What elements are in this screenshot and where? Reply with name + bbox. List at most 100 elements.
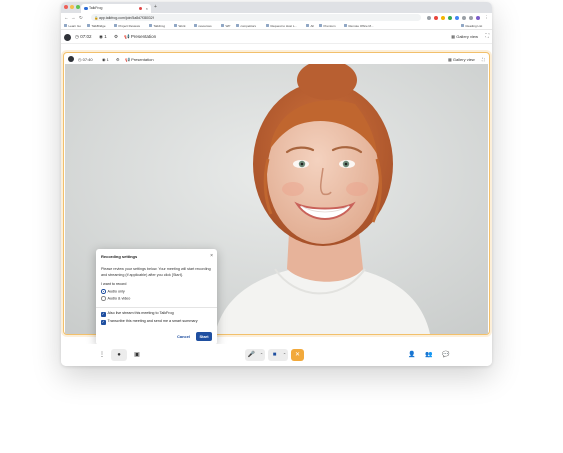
presentation-label: Presentation bbox=[130, 34, 157, 39]
microphone-icon[interactable]: 🎤 bbox=[245, 349, 258, 361]
gallery-view-label: Gallery view bbox=[452, 56, 475, 62]
app-logo bbox=[68, 55, 74, 62]
close-window-button[interactable] bbox=[64, 5, 68, 9]
extension-icon[interactable] bbox=[427, 15, 431, 20]
profile-avatar[interactable] bbox=[476, 15, 480, 20]
settings-icon[interactable]: ⚙ bbox=[116, 57, 120, 62]
inner-meeting-header: ◷ 07:40 ◉ 1 ⚙ 📢 Presentation ▦ Gallery v… bbox=[64, 53, 489, 64]
audio-only-label: Audio only bbox=[107, 289, 125, 294]
meeting-header: ◷ 07:02 ◉ 1 ⚙ 📢 Presentation ▦ Gallery v… bbox=[61, 30, 492, 44]
timer-text: 07:40 bbox=[82, 56, 93, 62]
timer-text: 07:02 bbox=[80, 34, 92, 39]
bookmark-item[interactable]: Request to Host L... bbox=[266, 24, 298, 28]
browser-tab[interactable]: TalkFrog × bbox=[81, 4, 151, 13]
gallery-view-button[interactable]: ▦ Gallery view bbox=[448, 57, 475, 62]
forward-icon[interactable]: → bbox=[71, 15, 76, 20]
checkbox-checked-icon[interactable]: ✓ bbox=[101, 312, 106, 317]
cancel-button[interactable]: Cancel bbox=[177, 334, 190, 339]
livestream-label: Also live stream this meeting to TalkFro… bbox=[107, 311, 174, 315]
transcribe-checkbox[interactable]: ✓ Transcribe this meeting and send me a s… bbox=[101, 319, 198, 325]
bookmark-item[interactable]: Project Reviews bbox=[114, 24, 141, 28]
record-mode-label: I want to record bbox=[101, 282, 127, 286]
extension-icon[interactable] bbox=[462, 15, 466, 20]
extension-icon[interactable] bbox=[455, 15, 459, 20]
megaphone-icon: 📢 bbox=[124, 34, 130, 39]
menu-icon[interactable]: ⋮ bbox=[484, 15, 489, 21]
tab-strip: TalkFrog × + bbox=[61, 2, 492, 13]
chat-icon[interactable]: 💬 bbox=[440, 349, 452, 361]
audio-video-label: Audio & video bbox=[107, 296, 131, 301]
address-row: ← → ↻ 🔒 app.talkfrog.com/join/5a8d7f3803… bbox=[61, 13, 492, 22]
audio-only-option[interactable]: Audio only bbox=[101, 289, 125, 294]
app-logo bbox=[64, 33, 71, 41]
presentation-label: Presentation bbox=[131, 56, 154, 62]
bookmark-item[interactable]: Work bbox=[174, 24, 186, 28]
url-text: app.talkfrog.com/join/5a8d7f38032f bbox=[99, 15, 154, 20]
tab-title: TalkFrog bbox=[89, 6, 103, 10]
minimize-window-button[interactable] bbox=[70, 5, 74, 9]
fullscreen-icon[interactable]: ⛶ bbox=[485, 33, 489, 39]
extension-icon[interactable] bbox=[434, 15, 438, 20]
radio-selected-icon[interactable] bbox=[101, 289, 106, 294]
bookmark-item[interactable]: Reading List bbox=[461, 24, 483, 28]
fullscreen-icon[interactable]: ⛶ bbox=[482, 57, 485, 62]
participant-count-text: 1 bbox=[104, 34, 107, 39]
reload-icon[interactable]: ↻ bbox=[79, 15, 83, 21]
participant-count-text: 1 bbox=[106, 56, 109, 62]
bookmark-item[interactable]: resources bbox=[194, 24, 212, 28]
bookmark-item[interactable]: WP bbox=[221, 24, 231, 28]
recording-indicator-icon bbox=[139, 7, 142, 10]
transcribe-label: Transcribe this meeting and send me a sm… bbox=[107, 319, 198, 323]
dialog-description: Please review your settings below. Your … bbox=[101, 267, 211, 277]
checkbox-checked-icon[interactable]: ✓ bbox=[101, 320, 106, 325]
settings-icon[interactable]: ⚙ bbox=[114, 34, 118, 40]
leave-icon[interactable]: ✕ bbox=[291, 349, 304, 361]
screen-share-icon[interactable]: ▣ bbox=[131, 349, 143, 361]
close-tab-icon[interactable]: × bbox=[146, 6, 148, 11]
megaphone-icon: 📢 bbox=[125, 56, 130, 62]
meeting-toolbar: ⋮ ● ▣ 🎤 ⌃ ■ ⌃ ✕ 👤 👥 💬 bbox=[61, 344, 492, 366]
record-icon[interactable]: ● bbox=[111, 349, 127, 361]
add-person-icon[interactable]: 👤 bbox=[406, 349, 418, 361]
bookmark-item[interactable]: competitors bbox=[236, 24, 257, 28]
bookmark-item[interactable]: Learn Go bbox=[64, 24, 82, 28]
livestream-checkbox[interactable]: ✓ Also live stream this meeting to TalkFr… bbox=[101, 311, 174, 317]
bookmark-item[interactable]: All bbox=[306, 24, 314, 28]
radio-unselected-icon[interactable] bbox=[101, 296, 106, 301]
gallery-view-button[interactable]: ▦ Gallery view bbox=[451, 34, 478, 39]
presentation-button[interactable]: 📢 Presentation bbox=[125, 57, 154, 62]
timer: ◷ 07:02 bbox=[75, 34, 91, 40]
puzzle-icon[interactable] bbox=[469, 15, 473, 20]
microphone-options-chevron-icon[interactable]: ⌃ bbox=[258, 349, 265, 361]
extension-icon[interactable] bbox=[448, 15, 452, 20]
dialog-title: Recording settings bbox=[101, 254, 138, 259]
camera-options-chevron-icon[interactable]: ⌃ bbox=[281, 349, 288, 361]
eye-icon: ◉ bbox=[99, 34, 103, 39]
back-icon[interactable]: ← bbox=[64, 15, 69, 20]
participants-icon[interactable]: 👥 bbox=[423, 349, 435, 361]
eye-icon: ◉ bbox=[102, 56, 106, 62]
grid-icon: ▦ bbox=[451, 33, 456, 39]
clock-icon: ◷ bbox=[78, 56, 82, 62]
bookmark-item[interactable]: Remote Office M... bbox=[344, 24, 374, 28]
lock-icon: 🔒 bbox=[94, 15, 99, 20]
address-bar[interactable]: 🔒 app.talkfrog.com/join/5a8d7f38032f bbox=[91, 14, 421, 21]
browser-window: TalkFrog × + ← → ↻ 🔒 app.talkfrog.com/jo… bbox=[61, 2, 492, 366]
bookmark-item[interactable]: Premium bbox=[319, 24, 336, 28]
new-tab-button[interactable]: + bbox=[154, 4, 157, 10]
bookmark-item[interactable]: TalkFrog bbox=[149, 24, 166, 28]
participant-count: ◉ 1 bbox=[102, 57, 109, 62]
start-button[interactable]: Start bbox=[196, 332, 212, 341]
divider bbox=[96, 307, 217, 308]
extension-icon[interactable] bbox=[441, 15, 445, 20]
bookmarks-bar: Learn Go TalkBridge Project Reviews Talk… bbox=[61, 22, 492, 30]
bookmark-item[interactable]: TalkBridge bbox=[87, 24, 106, 28]
timer: ◷ 07:40 bbox=[78, 57, 93, 62]
more-icon[interactable]: ⋮ bbox=[98, 349, 106, 361]
audio-video-option[interactable]: Audio & video bbox=[101, 296, 130, 301]
close-icon[interactable]: × bbox=[210, 253, 213, 259]
presentation-button[interactable]: 📢 Presentation bbox=[124, 34, 156, 40]
maximize-window-button[interactable] bbox=[76, 5, 80, 9]
camera-icon[interactable]: ■ bbox=[268, 349, 281, 361]
participant-count: ◉ 1 bbox=[99, 34, 107, 40]
